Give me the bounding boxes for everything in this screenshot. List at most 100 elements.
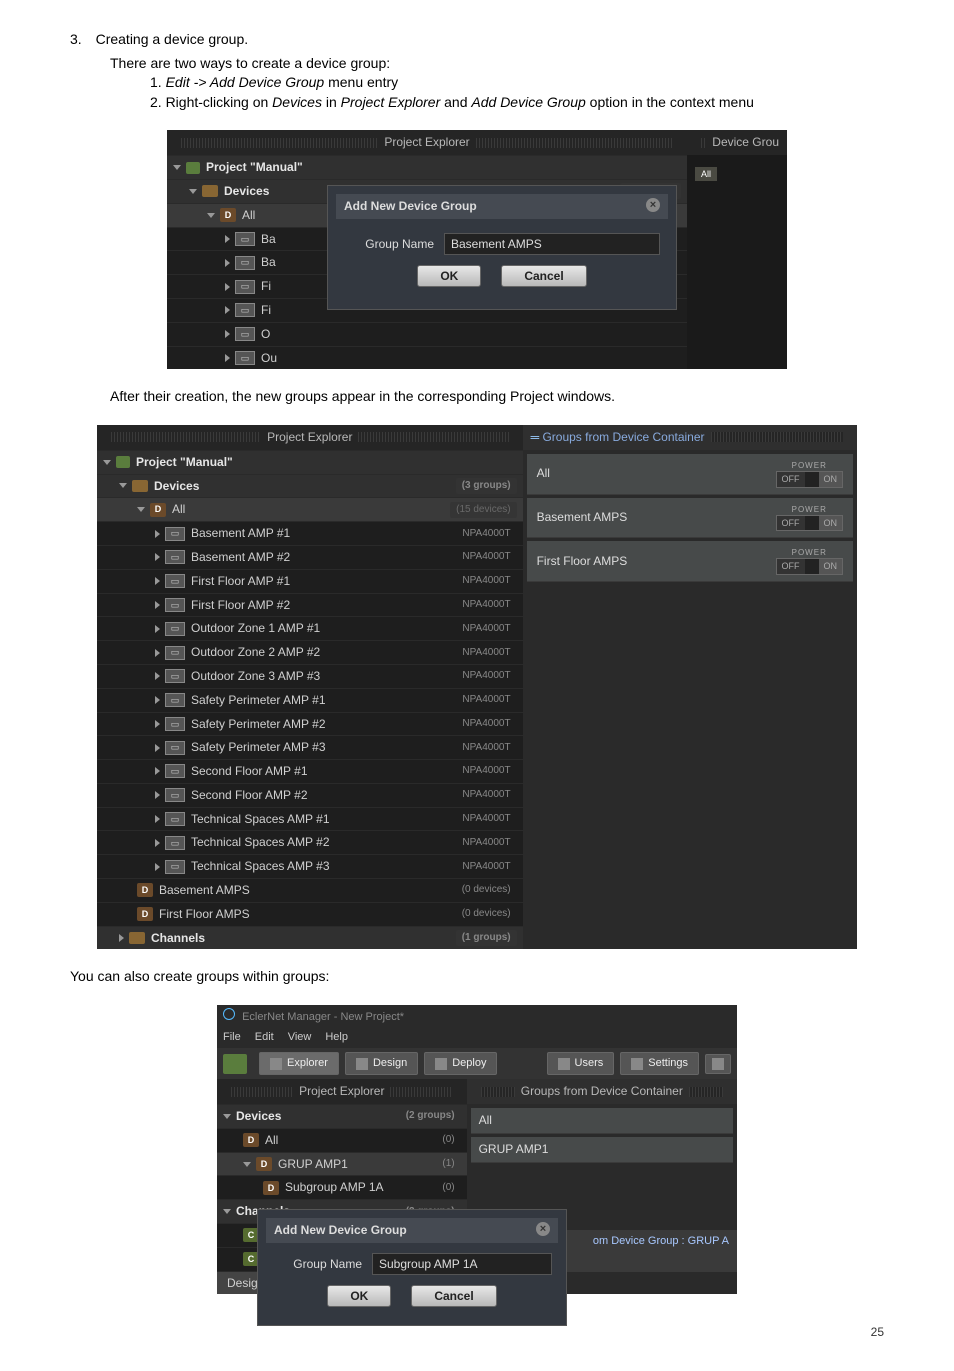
- settings-tab[interactable]: Settings: [620, 1052, 699, 1075]
- device-row[interactable]: ▭Ou: [167, 346, 687, 370]
- expand-icon[interactable]: [103, 460, 111, 465]
- expand-icon[interactable]: [155, 672, 160, 680]
- close-icon[interactable]: ×: [536, 1222, 550, 1236]
- device-row[interactable]: ▭Outdoor Zone 2 AMP #2NPA4000T: [97, 640, 523, 664]
- menu-item[interactable]: Edit: [255, 1030, 274, 1045]
- expand-icon[interactable]: [225, 259, 230, 267]
- expand-icon[interactable]: [119, 934, 124, 942]
- project-row[interactable]: Project "Manual": [97, 450, 523, 474]
- all-row[interactable]: D All (0): [217, 1128, 467, 1152]
- device-row[interactable]: ▭Safety Perimeter AMP #1NPA4000T: [97, 688, 523, 712]
- expand-icon[interactable]: [225, 330, 230, 338]
- group-label: Basement AMPS: [537, 509, 628, 526]
- device-row[interactable]: ▭Second Floor AMP #2NPA4000T: [97, 783, 523, 807]
- devices-row[interactable]: Devices (3 groups): [97, 474, 523, 498]
- expand-icon[interactable]: [155, 625, 160, 633]
- expand-icon[interactable]: [225, 354, 230, 362]
- power-toggle[interactable]: POWEROFFON: [776, 460, 844, 488]
- expand-icon[interactable]: [225, 235, 230, 243]
- menu-item[interactable]: Help: [325, 1030, 348, 1045]
- all-row[interactable]: D All (15 devices): [97, 497, 523, 521]
- menu-item[interactable]: View: [288, 1030, 312, 1045]
- expand-icon[interactable]: [155, 744, 160, 752]
- device-row[interactable]: ▭Outdoor Zone 1 AMP #1NPA4000T: [97, 616, 523, 640]
- ok-button[interactable]: OK: [327, 1285, 391, 1307]
- expand-icon[interactable]: [189, 189, 197, 194]
- expand-icon[interactable]: [207, 213, 215, 218]
- all-badge: (0): [436, 1132, 460, 1148]
- power-toggle[interactable]: POWEROFFON: [776, 547, 844, 575]
- close-icon[interactable]: ×: [646, 198, 660, 212]
- expand-icon[interactable]: [243, 1162, 251, 1167]
- group-name-input[interactable]: [372, 1253, 552, 1275]
- expand-icon[interactable]: [155, 767, 160, 775]
- group-item[interactable]: First Floor AMPSPOWEROFFON: [527, 541, 853, 582]
- subgroup-row[interactable]: D Subgroup AMP 1A (0): [217, 1175, 467, 1199]
- expand-icon[interactable]: [155, 863, 160, 871]
- expand-icon[interactable]: [155, 530, 160, 538]
- group-name-input[interactable]: [444, 233, 660, 255]
- cancel-button[interactable]: Cancel: [501, 265, 586, 287]
- device-row[interactable]: ▭Second Floor AMP #1NPA4000T: [97, 759, 523, 783]
- device-row[interactable]: ▭Safety Perimeter AMP #3NPA4000T: [97, 735, 523, 759]
- expand-icon[interactable]: [173, 165, 181, 170]
- group-item[interactable]: GRUP AMP1: [471, 1137, 733, 1163]
- power-toggle[interactable]: POWEROFFON: [776, 504, 844, 532]
- device-model: NPA4000T: [456, 835, 516, 851]
- expand-icon[interactable]: [155, 720, 160, 728]
- cancel-button[interactable]: Cancel: [411, 1285, 496, 1307]
- devices-row[interactable]: Devices (2 groups): [217, 1104, 467, 1128]
- device-icon: ▭: [165, 788, 185, 802]
- modal-title: Add New Device Group: [344, 198, 477, 215]
- expand-icon[interactable]: [119, 483, 127, 488]
- group-item[interactable]: AllPOWEROFFON: [527, 454, 853, 495]
- expand-icon[interactable]: [155, 553, 160, 561]
- users-tab[interactable]: Users: [547, 1052, 615, 1075]
- expand-icon[interactable]: [155, 815, 160, 823]
- expand-icon[interactable]: [155, 649, 160, 657]
- group-badge: (0 devices): [456, 906, 517, 922]
- menu-item[interactable]: File: [223, 1030, 241, 1045]
- device-row[interactable]: ▭Basement AMP #2NPA4000T: [97, 545, 523, 569]
- device-row[interactable]: ▭Technical Spaces AMP #1NPA4000T: [97, 807, 523, 831]
- group-row[interactable]: DBasement AMPS(0 devices): [97, 878, 523, 902]
- device-row[interactable]: ▭First Floor AMP #1NPA4000T: [97, 569, 523, 593]
- device-row[interactable]: ▭O: [167, 322, 687, 346]
- all-badge[interactable]: All: [695, 167, 717, 181]
- device-icon: ▭: [165, 646, 185, 660]
- device-row[interactable]: ▭Outdoor Zone 3 AMP #3NPA4000T: [97, 664, 523, 688]
- device-row[interactable]: ▭Technical Spaces AMP #3NPA4000T: [97, 854, 523, 878]
- expand-icon[interactable]: [155, 601, 160, 609]
- group-row[interactable]: DFirst Floor AMPS(0 devices): [97, 902, 523, 926]
- expand-icon[interactable]: [225, 306, 230, 314]
- device-icon: ▭: [165, 598, 185, 612]
- device-label: Fi: [261, 278, 271, 295]
- design-tab[interactable]: Design: [345, 1052, 418, 1075]
- device-row[interactable]: ▭First Floor AMP #2NPA4000T: [97, 593, 523, 617]
- device-row[interactable]: ▭Safety Perimeter AMP #2NPA4000T: [97, 712, 523, 736]
- group-icon: D: [137, 907, 153, 921]
- expand-icon[interactable]: [155, 839, 160, 847]
- project-row[interactable]: Project "Manual": [167, 155, 687, 179]
- ok-button[interactable]: OK: [417, 265, 481, 287]
- expand-icon[interactable]: [155, 696, 160, 704]
- device-row[interactable]: ▭Basement AMP #1NPA4000T: [97, 521, 523, 545]
- device-label: Outdoor Zone 1 AMP #1: [191, 620, 320, 637]
- deploy-tab[interactable]: Deploy: [424, 1052, 497, 1075]
- expand-icon[interactable]: [137, 507, 145, 512]
- expand-icon[interactable]: [223, 1114, 231, 1119]
- expand-icon[interactable]: [155, 791, 160, 799]
- expand-icon[interactable]: [225, 283, 230, 291]
- expand-icon[interactable]: [155, 577, 160, 585]
- device-row[interactable]: ▭Technical Spaces AMP #2NPA4000T: [97, 830, 523, 854]
- device-label: Technical Spaces AMP #3: [191, 858, 330, 875]
- lock-button[interactable]: [705, 1054, 731, 1074]
- explorer-tab[interactable]: Explorer: [259, 1052, 339, 1075]
- channels-row[interactable]: Channels (1 groups): [97, 926, 523, 950]
- device-model: NPA4000T: [456, 621, 516, 637]
- expand-icon[interactable]: [223, 1209, 231, 1214]
- grup-amp1-row[interactable]: D GRUP AMP1 (1): [217, 1152, 467, 1176]
- lock-icon: [712, 1058, 724, 1070]
- group-item[interactable]: All: [471, 1108, 733, 1134]
- group-item[interactable]: Basement AMPS POWEROFFON: [527, 498, 853, 539]
